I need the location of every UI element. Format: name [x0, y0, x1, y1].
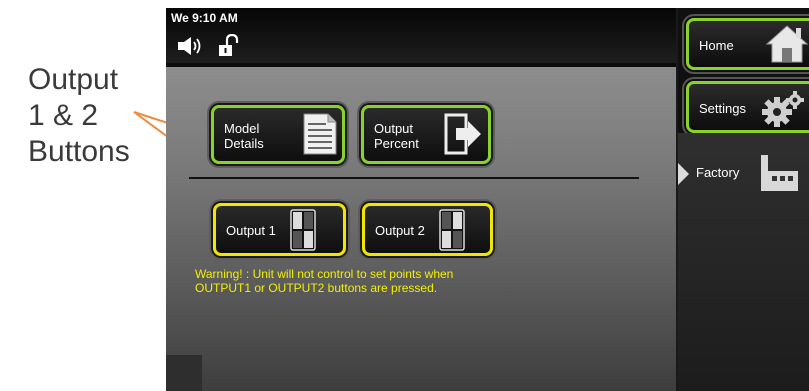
warning-line-1: Warning! : Unit will not control to set …	[195, 267, 454, 281]
nav-settings-label: Settings	[699, 101, 746, 116]
nav-factory-label: Factory	[696, 165, 740, 180]
output-percent-label-1: Output	[374, 121, 414, 136]
nav-settings-button[interactable]: Settings	[686, 81, 809, 133]
nav-home-button[interactable]: Home	[686, 18, 809, 70]
switch-icon	[439, 209, 465, 254]
model-details-button[interactable]: Model Details	[211, 105, 345, 164]
annotation-label: Output 1 & 2 Buttons	[28, 62, 130, 170]
device-screen: We 9:10 AM Model Details Output Percent …	[166, 8, 809, 391]
unlock-icon	[219, 33, 239, 56]
output-2-button[interactable]: Output 2	[362, 203, 493, 256]
status-icons	[176, 33, 246, 63]
switch-icon	[290, 209, 316, 254]
section-divider	[189, 177, 639, 179]
output-percent-label-2: Percent	[374, 136, 419, 151]
annotation-line-2: 1 & 2	[28, 99, 99, 132]
warning-line-2: OUTPUT1 or OUTPUT2 buttons are pressed.	[195, 281, 438, 295]
main-panel: Model Details Output Percent Output 1 Ou…	[166, 63, 676, 391]
corner-block	[166, 355, 202, 391]
right-nav-panel: Home Settings Factory	[678, 8, 809, 391]
annotation-line-3: Buttons	[28, 135, 130, 168]
document-icon	[302, 112, 338, 159]
output-2-label: Output 2	[375, 223, 425, 238]
factory-icon	[758, 153, 800, 198]
active-tab-pointer	[678, 163, 690, 190]
warning-text: Warning! : Unit will not control to set …	[195, 267, 655, 295]
nav-home-label: Home	[699, 38, 734, 53]
gears-icon	[759, 88, 807, 131]
annotation-line-1: Output	[28, 63, 119, 96]
home-icon	[765, 24, 809, 67]
model-details-label-1: Model	[224, 121, 260, 136]
output-percent-button[interactable]: Output Percent	[361, 105, 491, 164]
status-bar: We 9:10 AM	[166, 8, 676, 63]
model-details-label-2: Details	[224, 136, 264, 151]
output-1-button[interactable]: Output 1	[213, 203, 346, 256]
nav-factory-tab[interactable]: Factory	[678, 133, 809, 391]
speaker-icon	[178, 37, 201, 55]
output-arrow-icon	[444, 113, 484, 158]
output-1-label: Output 1	[226, 223, 276, 238]
clock-text: We 9:10 AM	[171, 11, 238, 25]
